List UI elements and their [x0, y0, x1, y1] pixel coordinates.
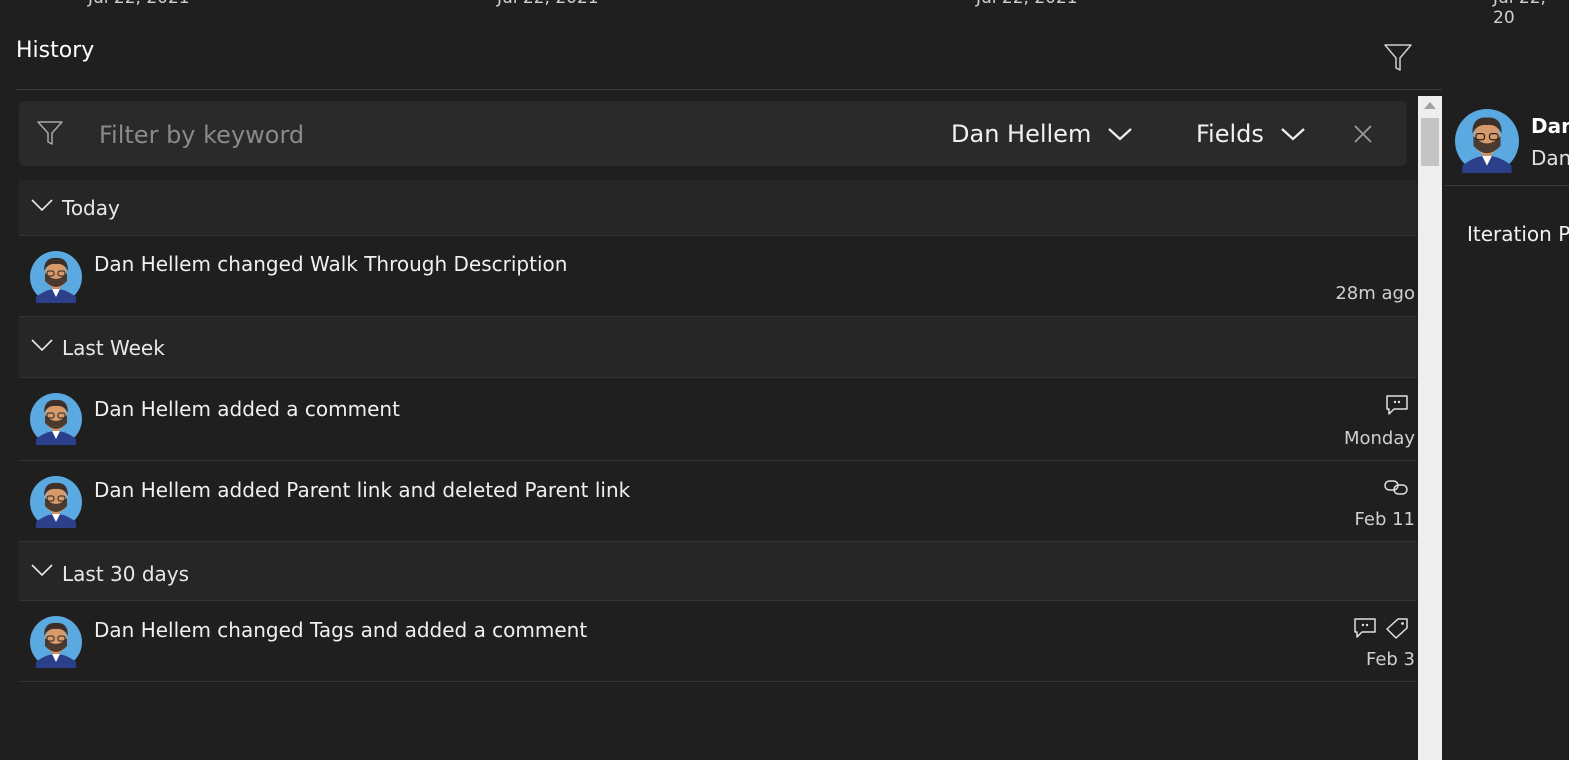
side-panel-field-label: Iteration P [1467, 222, 1569, 246]
history-item[interactable]: Dan Hellem changed Tags and added a comm… [19, 601, 1417, 682]
chevron-down-icon [1108, 128, 1133, 141]
date-label: Jul 22, 2021 [497, 0, 599, 8]
avatar [30, 251, 82, 303]
user-filter-label: Dan Hellem [951, 120, 1092, 148]
date-label: Jul 22, 20 [1493, 0, 1546, 28]
header-divider [16, 89, 1442, 90]
keyword-filter-input[interactable] [97, 115, 881, 155]
group-label: Last 30 days [62, 562, 190, 586]
side-panel-author-sub: Dan [1531, 146, 1569, 170]
history-item-text: Dan Hellem added a comment [94, 397, 400, 421]
history-title: History [16, 38, 95, 63]
history-item-icons [1383, 477, 1409, 497]
filter-icon [37, 121, 63, 145]
history-item-text: Dan Hellem changed Walk Through Descript… [94, 252, 568, 276]
history-item-time: Feb 11 [1354, 509, 1416, 530]
date-label: Jul 22, 2021 [976, 0, 1078, 8]
fields-filter-dropdown[interactable]: Fields [1196, 117, 1306, 151]
avatar [30, 616, 82, 668]
scroll-up-arrow-icon[interactable] [1424, 102, 1436, 109]
history-item[interactable]: Dan Hellem added Parent link and deleted… [19, 461, 1417, 542]
history-item-text: Dan Hellem added Parent link and deleted… [94, 478, 631, 502]
avatar [30, 476, 82, 528]
history-item-icons [1385, 394, 1409, 416]
history-item-icons [1353, 617, 1409, 639]
group-label: Today [62, 196, 120, 220]
chevron-down-icon [1281, 128, 1305, 141]
group-header-last-30-days[interactable]: Last 30 days [19, 542, 1417, 601]
history-item-time: 28m ago [1335, 283, 1415, 304]
user-filter-dropdown[interactable]: Dan Hellem [951, 117, 1133, 151]
chevron-down-icon [31, 564, 53, 577]
history-list: Today Dan Hellem changed Walk Through De… [19, 180, 1417, 682]
chevron-down-icon [31, 199, 53, 212]
top-date-strip: Jul 22, 2021 Jul 22, 2021 Jul 22, 2021 J… [0, 0, 1569, 28]
side-panel-divider [1445, 185, 1569, 186]
link-icon [1384, 480, 1408, 495]
vertical-scrollbar[interactable] [1418, 96, 1442, 760]
history-item-text: Dan Hellem changed Tags and added a comm… [94, 618, 588, 642]
comment-icon [1386, 395, 1408, 415]
history-item[interactable]: Dan Hellem changed Walk Through Descript… [19, 236, 1417, 317]
group-header-today[interactable]: Today [19, 180, 1417, 236]
history-item-time: Monday [1343, 428, 1415, 449]
side-panel: Dan Dan Iteration P [1445, 96, 1569, 760]
comment-icon [1354, 618, 1376, 638]
clear-filter-button[interactable] [1352, 123, 1374, 145]
chevron-down-icon [31, 339, 53, 352]
history-item[interactable]: Dan Hellem added a comment Monday [19, 378, 1417, 461]
fields-filter-label: Fields [1196, 120, 1264, 148]
scrollbar-thumb[interactable] [1421, 118, 1439, 166]
avatar [30, 393, 82, 445]
side-panel-author-name: Dan [1531, 114, 1569, 138]
date-label: Jul 22, 2021 [88, 0, 190, 8]
history-item-time: Feb 3 [1365, 649, 1415, 670]
tag-icon [1386, 618, 1408, 639]
filter-bar: Dan Hellem Fields [19, 101, 1407, 166]
avatar [1455, 109, 1519, 173]
group-header-last-week[interactable]: Last Week [19, 317, 1417, 378]
filter-icon[interactable] [1383, 42, 1413, 72]
group-label: Last Week [62, 336, 165, 360]
